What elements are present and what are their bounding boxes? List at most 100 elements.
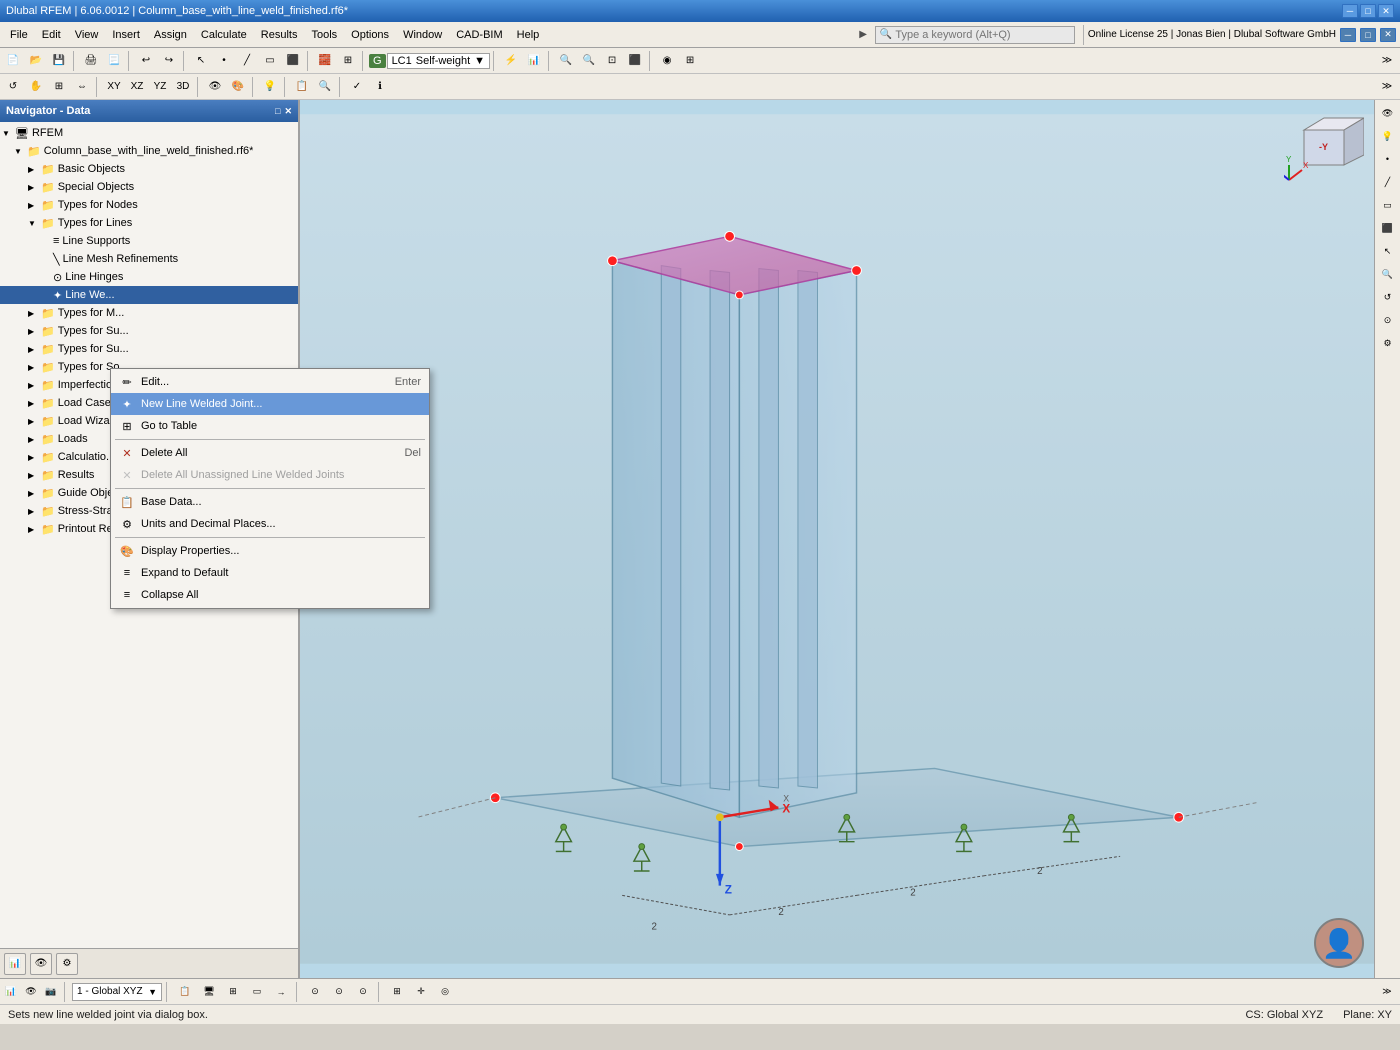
rt-line-btn[interactable]: ╱ <box>1377 171 1399 193</box>
undo-btn[interactable]: ↩ <box>135 50 157 72</box>
rt-solid-btn[interactable]: ⬛ <box>1377 217 1399 239</box>
save-btn[interactable]: 💾 <box>48 50 70 72</box>
redo-btn[interactable]: ↪ <box>158 50 180 72</box>
bt-t5-btn[interactable]: → <box>270 981 292 1003</box>
menu-item-assign[interactable]: Assign <box>148 27 193 43</box>
menu-item-insert[interactable]: Insert <box>106 27 146 43</box>
bt-snap2[interactable]: ⊙ <box>328 981 350 1003</box>
tree-item-file[interactable]: ▼ 📁 Column_base_with_line_weld_finished.… <box>0 142 298 160</box>
line-btn[interactable]: ╱ <box>236 50 258 72</box>
cm-new-line-welded[interactable]: ✦ New Line Welded Joint... <box>111 393 429 415</box>
section-btn[interactable]: ⊞ <box>337 50 359 72</box>
minimize-main[interactable]: ─ <box>1340 28 1356 42</box>
more-btn[interactable]: ≫ <box>1376 76 1398 98</box>
bt-t4-btn[interactable]: ▭ <box>246 981 268 1003</box>
menu-item-edit[interactable]: Edit <box>36 27 67 43</box>
rt-view-btn[interactable]: 👁 <box>1377 102 1399 124</box>
solid-btn[interactable]: ⬛ <box>282 50 304 72</box>
menu-item-calculate[interactable]: Calculate <box>195 27 253 43</box>
rt-rotate-btn[interactable]: ↺ <box>1377 286 1399 308</box>
nav-settings-btn[interactable]: ⚙ <box>56 953 78 975</box>
zoom-area-btn[interactable]: ⊞ <box>48 76 70 98</box>
menu-item-cadbim[interactable]: CAD-BIM <box>450 27 508 43</box>
menu-item-options[interactable]: Options <box>345 27 395 43</box>
filter-btn[interactable]: 🔍 <box>314 76 336 98</box>
menu-item-tools[interactable]: Tools <box>305 27 343 43</box>
view-3d-btn[interactable]: 3D <box>172 76 194 98</box>
zoom-out-btn[interactable]: 🔍 <box>578 50 600 72</box>
open-btn[interactable]: 📂 <box>25 50 47 72</box>
nav-float-icon[interactable]: □ <box>275 106 280 117</box>
node-btn[interactable]: • <box>213 50 235 72</box>
view-cube[interactable]: -Y X Y <box>1284 110 1364 190</box>
render-btn[interactable]: 💡 <box>259 76 281 98</box>
info-btn[interactable]: ℹ <box>369 76 391 98</box>
tree-item-basic-objects[interactable]: ▶ 📁 Basic Objects <box>0 160 298 178</box>
tree-item-special-objects[interactable]: ▶ 📁 Special Objects <box>0 178 298 196</box>
bt-more-btn[interactable]: ≫ <box>1376 981 1398 1003</box>
nav-close-icon[interactable]: ✕ <box>284 106 292 117</box>
tree-item-rfem[interactable]: ▼ 🖥 RFEM <box>0 124 298 142</box>
zoom-in-btn[interactable]: 🔍 <box>555 50 577 72</box>
bt-eye-btn[interactable]: 👁 <box>22 983 40 1001</box>
maximize-main[interactable]: □ <box>1360 28 1376 42</box>
menu-item-window[interactable]: Window <box>397 27 448 43</box>
select-btn[interactable]: ↖ <box>190 50 212 72</box>
print2-btn[interactable]: 📃 <box>103 50 125 72</box>
surface-btn[interactable]: ▭ <box>259 50 281 72</box>
tree-item-line-hinges[interactable]: ▶ ⊙ Line Hinges <box>0 268 298 286</box>
maximize-button[interactable]: □ <box>1360 4 1376 18</box>
check-btn[interactable]: ✓ <box>346 76 368 98</box>
close-main[interactable]: ✕ <box>1380 28 1396 42</box>
grid-btn[interactable]: ⊞ <box>679 50 701 72</box>
rt-settings-btn[interactable]: ⚙ <box>1377 332 1399 354</box>
search-input[interactable] <box>895 29 1055 41</box>
tree-item-types-lines[interactable]: ▼ 📁 Types for Lines <box>0 214 298 232</box>
cm-collapse-all[interactable]: ≡ Collapse All <box>111 584 429 606</box>
tree-item-line-welded[interactable]: ▶ ✦ Line We... <box>0 286 298 304</box>
nav-data-btn[interactable]: 📊 <box>4 953 26 975</box>
cm-delete-all[interactable]: ✕ Delete All Del <box>111 442 429 464</box>
cm-edit[interactable]: ✏ Edit... Enter <box>111 371 429 393</box>
rt-surface-btn[interactable]: ▭ <box>1377 194 1399 216</box>
new-btn[interactable]: 📄 <box>2 50 24 72</box>
view-xy-btn[interactable]: XY <box>103 76 125 98</box>
rt-zoom-btn[interactable]: 🔍 <box>1377 263 1399 285</box>
bt-axis-btn[interactable]: ✛ <box>410 981 432 1003</box>
rt-node-btn[interactable]: • <box>1377 148 1399 170</box>
3d-view-btn[interactable]: ⬛ <box>624 50 646 72</box>
print-btn[interactable]: 🖨 <box>80 50 102 72</box>
menu-item-help[interactable]: Help <box>511 27 546 43</box>
menu-item-view[interactable]: View <box>69 27 105 43</box>
bt-t2-btn[interactable]: 🖥 <box>198 981 220 1003</box>
rt-render-btn[interactable]: 💡 <box>1377 125 1399 147</box>
rotate-btn[interactable]: ↺ <box>2 76 24 98</box>
view-yz-btn[interactable]: YZ <box>149 76 171 98</box>
tree-item-types-nodes[interactable]: ▶ 📁 Types for Nodes <box>0 196 298 214</box>
menu-item-file[interactable]: File <box>4 27 34 43</box>
tree-item-line-supports[interactable]: ▶ ≡ Line Supports <box>0 232 298 250</box>
tree-item-types-su2[interactable]: ▶ 📁 Types for Su... <box>0 340 298 358</box>
calc-btn[interactable]: ⚡ <box>500 50 522 72</box>
minimize-button[interactable]: ─ <box>1342 4 1358 18</box>
nav-view-btn[interactable]: 👁 <box>30 953 52 975</box>
cm-expand-default[interactable]: ≡ Expand to Default <box>111 562 429 584</box>
tree-item-line-mesh[interactable]: ▶ ╲ Line Mesh Refinements <box>0 250 298 268</box>
bt-t1-btn[interactable]: 📋 <box>174 981 196 1003</box>
settings-btn[interactable]: ≫ <box>1376 50 1398 72</box>
bt-coord-btn[interactable]: ◎ <box>434 981 456 1003</box>
lc-dropdown[interactable]: LC1 Self-weight ▼ <box>387 53 491 69</box>
close-button[interactable]: ✕ <box>1378 4 1394 18</box>
cm-display-properties[interactable]: 🎨 Display Properties... <box>111 540 429 562</box>
bt-global-xyz[interactable]: 1 - Global XYZ ▼ <box>72 983 162 1001</box>
bt-grid-btn[interactable]: ⊞ <box>386 981 408 1003</box>
main-viewport[interactable]: 2 2 2 2 Z X X <box>300 100 1374 978</box>
bt-cam-btn[interactable]: 📷 <box>42 983 60 1001</box>
bt-t3-btn[interactable]: ⊞ <box>222 981 244 1003</box>
rt-select-btn[interactable]: ↖ <box>1377 240 1399 262</box>
cm-units[interactable]: ⚙ Units and Decimal Places... <box>111 513 429 535</box>
view-xz-btn[interactable]: XZ <box>126 76 148 98</box>
results-btn[interactable]: 📊 <box>523 50 545 72</box>
rt-snap-btn[interactable]: ⊙ <box>1377 309 1399 331</box>
snap-btn[interactable]: ◉ <box>656 50 678 72</box>
